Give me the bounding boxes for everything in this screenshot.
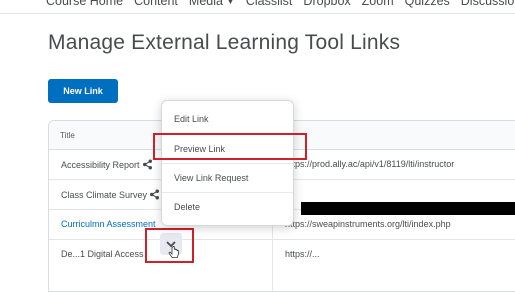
course-navbar: Course Home Content Media ▼ Classlist Dro… [0,0,515,14]
menu-item-view-link-request[interactable]: View Link Request [162,163,293,192]
menu-item-delete[interactable]: Delete [162,192,293,221]
row-title: De...1 Digital Access [61,249,144,259]
nav-discussions[interactable]: Discussions [461,0,515,8]
nav-media-label: Media [188,0,223,8]
menu-item-edit-link[interactable]: Edit Link [162,104,293,133]
column-header-title[interactable]: Title [60,131,75,140]
share-icon [150,189,160,200]
nav-zoom[interactable]: Zoom [362,0,394,8]
nav-course-home[interactable]: Course Home [46,0,123,8]
new-link-button[interactable]: New Link [48,79,118,103]
highlight-box-preview-link [153,133,307,160]
highlight-box-chevron [145,228,194,263]
row-title-cell: De...1 Digital Access [61,249,144,259]
redaction-bar [301,202,515,215]
navbar-divider [0,13,515,14]
row-url: https://... [285,249,320,259]
table-row: De...1 Digital Access https://... [49,240,515,269]
nav-content[interactable]: Content [134,0,178,8]
chevron-down-icon: ▼ [225,0,235,6]
nav-quizzes[interactable]: Quizzes [405,0,450,8]
nav-media[interactable]: Media ▼ [189,0,235,8]
row-url: https://sweapinstruments.org/lti/index.p… [285,219,451,229]
share-icon [142,159,152,170]
nav-dropbox[interactable]: Dropbox [303,0,350,8]
row-title-cell: Accessibility Report [61,159,153,170]
row-url: https://prod.ally.ac/api/v1/8119/lti/ins… [285,159,455,169]
row-title: Accessibility Report [61,159,140,170]
row-title-link[interactable]: Curriculmn Assessment [61,219,156,229]
row-actions-menu: Edit Link Preview Link View Link Request… [161,100,294,226]
row-title: Class Climate Survey [61,189,148,200]
nav-classlist[interactable]: Classlist [246,0,293,8]
page-title: Manage External Learning Tool Links [48,31,401,54]
row-title-cell: Class Climate Survey [61,189,160,200]
